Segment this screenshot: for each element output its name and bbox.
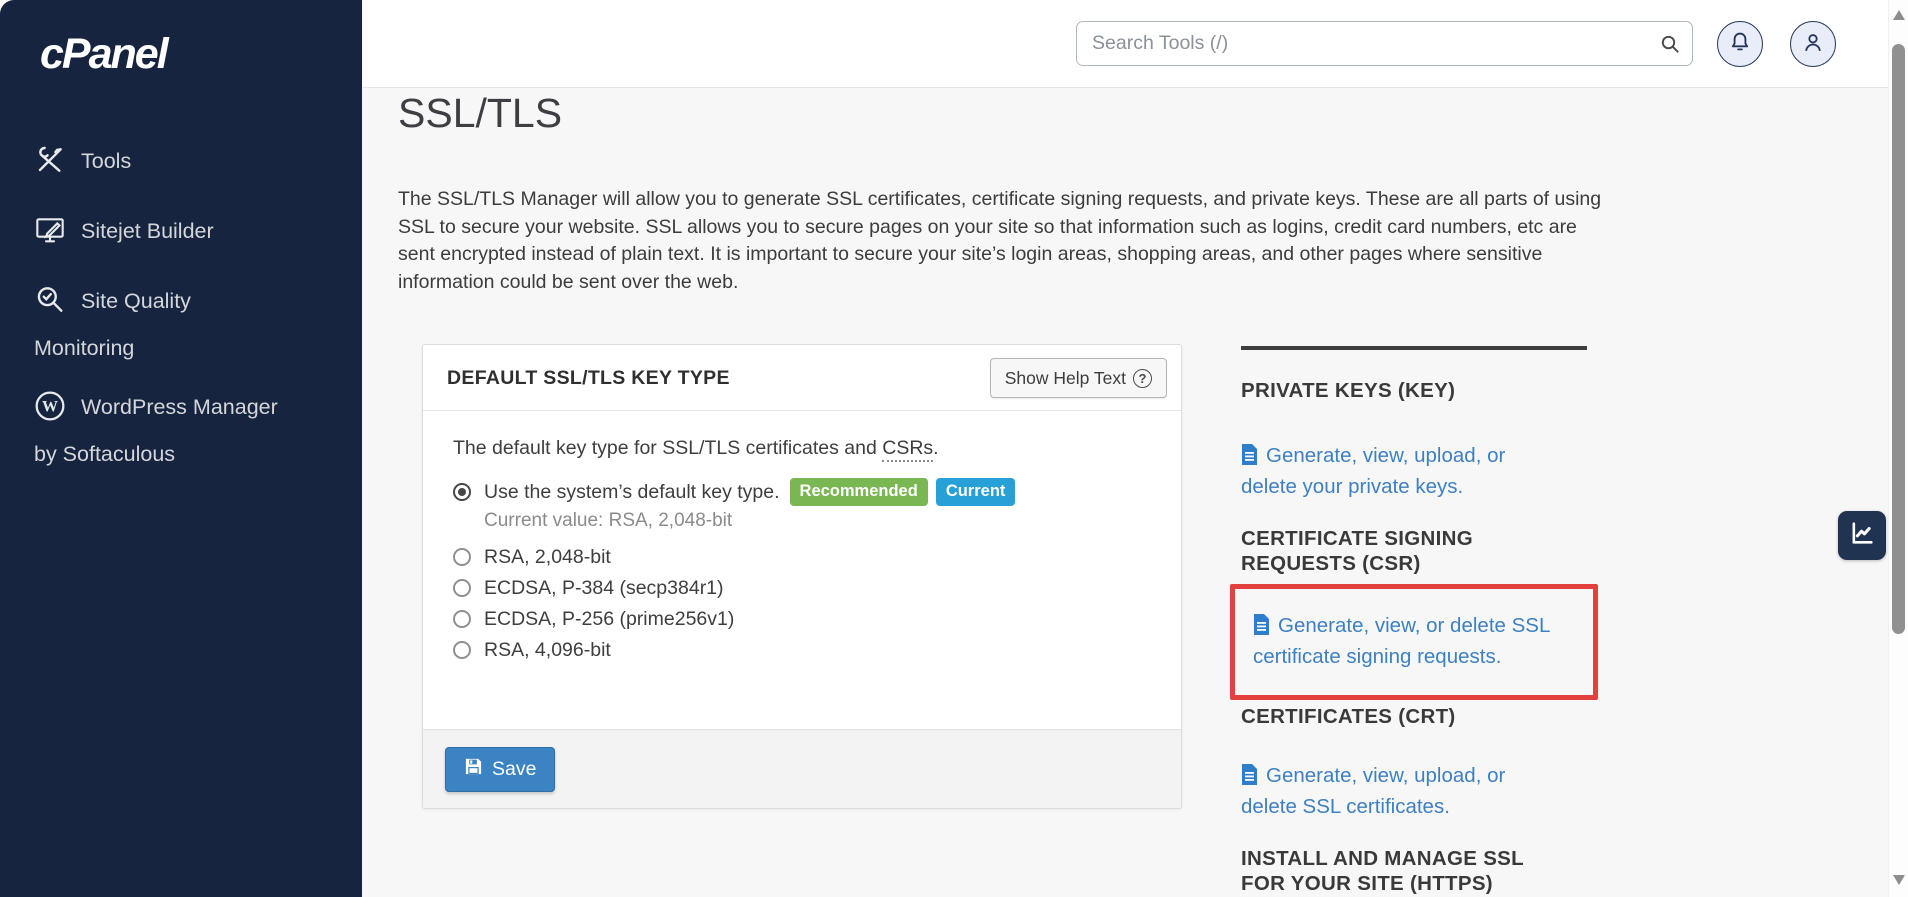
radio-option-ecdsa-p256[interactable]: ECDSA, P-256 (prime256v1) bbox=[453, 604, 1151, 634]
sidebar-item-label: Tools bbox=[81, 149, 132, 173]
account-button[interactable] bbox=[1790, 21, 1836, 67]
document-icon bbox=[1241, 443, 1258, 465]
radio-label: RSA, 4,096-bit bbox=[484, 639, 611, 661]
sidebar-item-sitejet-builder[interactable]: Sitejet Builder bbox=[34, 214, 334, 246]
chart-line-icon bbox=[1848, 519, 1876, 552]
link-label: Generate, view, upload, or delete your p… bbox=[1241, 444, 1506, 498]
save-button[interactable]: Save bbox=[445, 746, 556, 792]
site-quality-icon bbox=[34, 284, 66, 316]
sitejet-builder-icon bbox=[34, 214, 66, 246]
link-label: Generate, view, upload, or delete SSL ce… bbox=[1241, 764, 1506, 818]
intro-text: The default key type for SSL/TLS certifi… bbox=[453, 437, 883, 459]
show-help-text-button[interactable]: Show Help Text ? bbox=[989, 358, 1167, 398]
main-content: SSL/TLS The SSL/TLS Manager will allow y… bbox=[362, 88, 1888, 897]
search-input[interactable] bbox=[1077, 22, 1692, 65]
radio-label: ECDSA, P-256 (prime256v1) bbox=[484, 608, 735, 630]
csr-heading: CERTIFICATE SIGNING REQUESTS (CSR) bbox=[1241, 527, 1473, 575]
csr-link[interactable]: Generate, view, or delete SSL certificat… bbox=[1253, 610, 1563, 672]
question-circle-icon: ? bbox=[1133, 368, 1152, 388]
sidebar-item-label-line2: Monitoring bbox=[34, 336, 135, 360]
notifications-button[interactable] bbox=[1717, 21, 1763, 67]
private-keys-heading: PRIVATE KEYS (KEY) bbox=[1241, 379, 1456, 402]
radio-unselected[interactable] bbox=[453, 641, 471, 659]
svg-text:W: W bbox=[42, 399, 58, 416]
save-icon bbox=[464, 757, 483, 782]
radio-label: ECDSA, P-384 (secp384r1) bbox=[484, 577, 724, 599]
analytics-fab-button[interactable] bbox=[1838, 511, 1886, 560]
radio-unselected[interactable] bbox=[453, 579, 471, 597]
scroll-up-arrow[interactable] bbox=[1893, 10, 1905, 20]
scrollbar[interactable] bbox=[1888, 0, 1908, 897]
csr-term: CSRs bbox=[882, 437, 934, 462]
radio-option-system-default[interactable]: Use the system’s default key type. Recom… bbox=[453, 477, 1151, 507]
sidebar-item-wordpress-manager[interactable]: W WordPress Manager by Softaculous bbox=[34, 390, 334, 467]
user-icon bbox=[1800, 29, 1826, 60]
sidebar-item-label: Sitejet Builder bbox=[81, 219, 214, 243]
sidebar: cPanel Tools Sitejet Builder Site Qualit… bbox=[0, 0, 362, 897]
panel-title: DEFAULT SSL/TLS KEY TYPE bbox=[447, 367, 730, 389]
document-icon bbox=[1253, 613, 1270, 635]
radio-option-rsa-4096[interactable]: RSA, 4,096-bit bbox=[453, 635, 1151, 665]
install-ssl-heading: INSTALL AND MANAGE SSL FOR YOUR SITE (HT… bbox=[1241, 847, 1524, 895]
radio-option-ecdsa-p384[interactable]: ECDSA, P-384 (secp384r1) bbox=[453, 573, 1151, 603]
certificates-heading: CERTIFICATES (CRT) bbox=[1241, 705, 1456, 728]
scrollbar-thumb[interactable] bbox=[1892, 44, 1905, 634]
bell-icon bbox=[1727, 29, 1753, 60]
column-divider bbox=[1241, 346, 1587, 350]
panel-header: DEFAULT SSL/TLS KEY TYPE Show Help Text … bbox=[423, 345, 1181, 411]
sidebar-item-site-quality-monitoring[interactable]: Site Quality Monitoring bbox=[34, 284, 334, 361]
help-button-label: Show Help Text bbox=[1004, 367, 1126, 388]
save-button-label: Save bbox=[492, 757, 537, 780]
top-bar bbox=[362, 0, 1888, 88]
sidebar-item-label: Site Quality bbox=[81, 289, 191, 313]
sidebar-item-label-line2: by Softaculous bbox=[34, 442, 176, 466]
wordpress-icon: W bbox=[34, 390, 66, 422]
certificates-link[interactable]: Generate, view, upload, or delete SSL ce… bbox=[1241, 760, 1541, 822]
search-box bbox=[1076, 21, 1693, 66]
recommended-badge: Recommended bbox=[789, 478, 928, 506]
panel-body: The default key type for SSL/TLS certifi… bbox=[423, 411, 1181, 729]
document-icon bbox=[1241, 763, 1258, 785]
panel-intro: The default key type for SSL/TLS certifi… bbox=[453, 437, 1151, 462]
sidebar-item-label: WordPress Manager bbox=[81, 395, 278, 419]
sidebar-item-tools[interactable]: Tools bbox=[34, 144, 334, 176]
default-key-type-panel: DEFAULT SSL/TLS KEY TYPE Show Help Text … bbox=[422, 344, 1182, 809]
page-description: The SSL/TLS Manager will allow you to ge… bbox=[398, 188, 1602, 293]
current-value-text: Current value: RSA, 2,048-bit bbox=[484, 510, 733, 531]
cpanel-logo[interactable]: cPanel bbox=[40, 30, 169, 79]
tools-icon bbox=[34, 144, 66, 176]
page-title: SSL/TLS bbox=[398, 90, 563, 136]
link-label: Generate, view, or delete SSL certificat… bbox=[1253, 614, 1550, 668]
scroll-down-arrow[interactable] bbox=[1893, 875, 1905, 885]
private-keys-link[interactable]: Generate, view, upload, or delete your p… bbox=[1241, 440, 1541, 502]
radio-selected[interactable] bbox=[453, 483, 471, 501]
panel-footer: Save bbox=[423, 729, 1181, 808]
current-badge: Current bbox=[935, 478, 1016, 506]
radio-unselected[interactable] bbox=[453, 610, 471, 628]
radio-label: RSA, 2,048-bit bbox=[484, 546, 611, 568]
radio-label: Use the system’s default key type. bbox=[484, 481, 780, 503]
search-icon[interactable] bbox=[1658, 32, 1682, 56]
radio-option-rsa-2048[interactable]: RSA, 2,048-bit bbox=[453, 542, 1151, 572]
radio-unselected[interactable] bbox=[453, 548, 471, 566]
intro-period: . bbox=[933, 437, 939, 459]
